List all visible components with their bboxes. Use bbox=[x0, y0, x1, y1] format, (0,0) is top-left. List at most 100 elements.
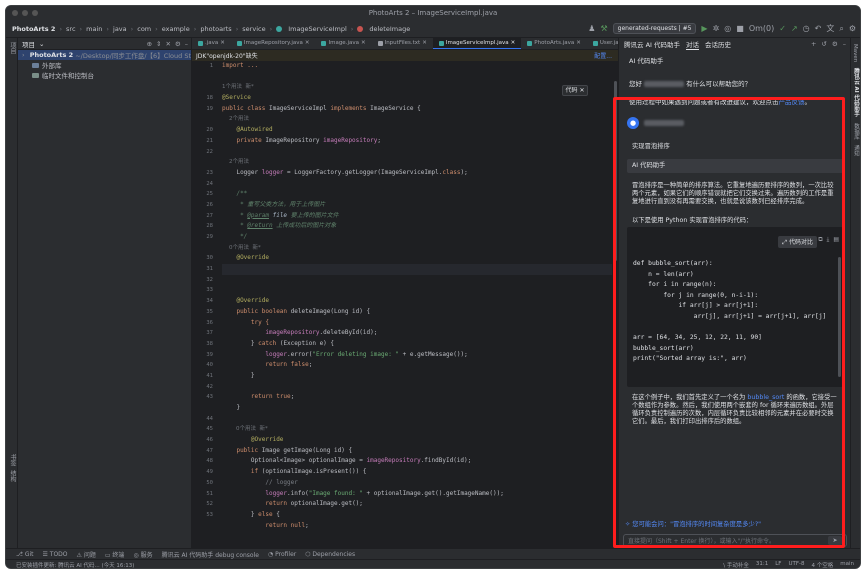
status-completion[interactable]: \ 手动补全 bbox=[723, 561, 749, 568]
code-line: if (optionalImage.isPresent()) { bbox=[250, 468, 367, 476]
tree-item-external-libs[interactable]: 外部库 bbox=[18, 60, 191, 70]
commit-check-icon[interactable]: ✓ bbox=[779, 24, 786, 34]
tab-input-files[interactable]: InputFiles.txt ✕ bbox=[372, 38, 433, 49]
status-message[interactable]: 已安装插件更新: 腾讯云 AI 代码... (今天 16:13) bbox=[16, 561, 134, 568]
tool-profiler[interactable]: ◔ Profiler bbox=[268, 551, 296, 558]
code-content[interactable]: import ... 1个用法 新* @Service public class… bbox=[222, 61, 612, 548]
collapse-icon[interactable]: ⇕ bbox=[156, 40, 161, 48]
tool-ai-console[interactable]: 腾讯云 AI 代码助手 debug console bbox=[162, 550, 259, 559]
jdk-missing-banner: JDK"openjdk-20"缺失 配置... bbox=[192, 50, 618, 61]
coverage-icon[interactable]: ◎ bbox=[724, 24, 731, 34]
code-line: /** bbox=[236, 190, 248, 198]
close-icon[interactable]: ✕ bbox=[165, 40, 170, 48]
stripe-maven[interactable]: Maven bbox=[852, 44, 858, 62]
settings-gear-icon[interactable]: ⚙ bbox=[849, 24, 856, 34]
tree-root[interactable]: › PhotoArts 2 ~/Desktop/同步工作盘/【6】Cloud S… bbox=[18, 50, 191, 60]
tool-terminal[interactable]: ▭ 终端 bbox=[105, 550, 125, 559]
tab-photoarts[interactable]: PhotoArts.java ✕ bbox=[521, 38, 587, 49]
status-indent[interactable]: 4 个空格 bbox=[812, 561, 834, 568]
breadcrumb-com[interactable]: com bbox=[137, 25, 151, 33]
minimize-icon[interactable]: – bbox=[185, 40, 188, 48]
status-encoding[interactable]: UTF-8 bbox=[788, 561, 804, 568]
status-line-sep[interactable]: LF bbox=[775, 561, 781, 568]
tool-git[interactable]: ⎇ Git bbox=[16, 551, 34, 558]
code-line: } catch (Exception e) { bbox=[250, 339, 335, 347]
tab-image-repository[interactable]: ImageRepository.java ✕ bbox=[231, 38, 316, 49]
stripe-notifications[interactable]: 通知 bbox=[852, 145, 860, 156]
gear-icon[interactable]: ⚙ bbox=[175, 40, 181, 48]
run-icon[interactable]: ▶ bbox=[701, 24, 707, 34]
tree-root-name: PhotoArts 2 bbox=[29, 51, 74, 59]
zoom-window-button[interactable] bbox=[32, 10, 38, 16]
usage-hint[interactable]: 2个用法 bbox=[222, 157, 612, 168]
tab-user[interactable]: User.java ✕ bbox=[587, 38, 618, 49]
status-branch[interactable]: main bbox=[840, 561, 854, 568]
tool-dependencies[interactable]: ⬡ Dependencies bbox=[305, 551, 355, 558]
ai-code-popup[interactable]: 代码 ✕ bbox=[562, 85, 588, 96]
stripe-ai-assistant[interactable]: 腾讯云 AI 代码助手 bbox=[852, 68, 860, 117]
minimize-icon[interactable]: – bbox=[843, 40, 846, 48]
chevron-down-icon[interactable]: ⌄ bbox=[39, 40, 44, 48]
breadcrumb-class[interactable]: ImageServiceImpl bbox=[288, 25, 347, 33]
target-icon[interactable]: ⊕ bbox=[147, 40, 152, 48]
history-icon[interactable]: ↺ bbox=[821, 40, 826, 48]
code-line: @Service bbox=[222, 94, 251, 102]
breadcrumb-service[interactable]: service bbox=[242, 25, 265, 33]
usage-hint[interactable]: 1个用法 新* bbox=[222, 82, 612, 93]
breadcrumb-method[interactable]: deleteImage bbox=[369, 25, 410, 33]
tool-problems[interactable]: ⚠ 问题 bbox=[77, 550, 96, 559]
breadcrumb-photoarts[interactable]: photoarts bbox=[200, 25, 231, 33]
rollback-icon[interactable]: ↶ bbox=[815, 24, 822, 34]
code-line: import ... bbox=[222, 62, 259, 69]
scratches-icon bbox=[32, 72, 39, 78]
tool-services[interactable]: ◎ 服务 bbox=[133, 550, 152, 559]
settings-icon[interactable]: ⚙ bbox=[832, 40, 838, 48]
usage-hint[interactable]: 0个用法 新* bbox=[222, 243, 612, 254]
stripe-bookmarks[interactable]: 书签 bbox=[8, 454, 17, 466]
method-icon bbox=[357, 25, 364, 32]
tab-image-service-impl[interactable]: ImageServiceImpl.java ✕ bbox=[432, 38, 522, 49]
editor-tabs: .java ✕ ImageRepository.java ✕ Image.jav… bbox=[192, 38, 618, 50]
search-icon[interactable]: ⌕ bbox=[839, 24, 843, 34]
minimize-window-button[interactable] bbox=[22, 10, 28, 16]
history-icon[interactable]: ◷ bbox=[803, 24, 810, 34]
tab-history[interactable]: 会话历史 bbox=[705, 39, 731, 49]
push-icon[interactable]: ↗ bbox=[791, 24, 798, 34]
breadcrumb-src[interactable]: src bbox=[66, 25, 76, 33]
code-line: return optionalImage.get(); bbox=[265, 500, 363, 508]
usage-hint[interactable]: 2个用法 bbox=[222, 114, 612, 125]
expand-arrow-icon[interactable]: › bbox=[22, 51, 27, 59]
usage-hint[interactable]: 0个用法 新* bbox=[222, 424, 612, 435]
tab-image[interactable]: Image.java ✕ bbox=[315, 38, 371, 49]
stop-icon[interactable]: ■ bbox=[736, 24, 744, 34]
project-title[interactable]: 项目 bbox=[22, 39, 35, 49]
breadcrumb-main[interactable]: main bbox=[86, 25, 102, 33]
tab-chat[interactable]: 对话 bbox=[686, 39, 699, 50]
tab-java[interactable]: .java ✕ bbox=[192, 38, 231, 49]
tool-todo[interactable]: ☰ TODO bbox=[43, 551, 68, 558]
add-icon[interactable]: + bbox=[811, 40, 816, 48]
ai-header-name: AI 代码助手 bbox=[629, 57, 664, 65]
stripe-project[interactable]: 项目 bbox=[8, 42, 17, 54]
om-label[interactable]: Om(0) bbox=[749, 24, 774, 34]
translate-icon[interactable]: 文 bbox=[826, 24, 834, 34]
close-window-button[interactable] bbox=[12, 10, 18, 16]
configure-link[interactable]: 配置... bbox=[594, 51, 618, 60]
stripe-structure[interactable]: 结构 bbox=[8, 470, 17, 482]
breadcrumb-example[interactable]: example bbox=[162, 25, 190, 33]
status-bar: 已安装插件更新: 腾讯云 AI 代码... (今天 16:13) \ 手动补全 … bbox=[6, 559, 860, 568]
code-editor[interactable]: .java ✕ ImageRepository.java ✕ Image.jav… bbox=[192, 38, 618, 548]
project-header: 项目 ⌄ ⊕ ⇕ ✕ ⚙ – bbox=[18, 38, 191, 50]
ai-panel-header: 腾讯云 AI 代码助手 对话 会话历史 + ↺ ⚙ – bbox=[619, 38, 850, 50]
stripe-database[interactable]: 数据库 bbox=[852, 123, 860, 140]
run-config-select[interactable]: generated-requests | #5 bbox=[612, 23, 697, 34]
title-bar: PhotoArts 2 – ImageServiceImpl.java bbox=[6, 6, 860, 20]
user-icon[interactable]: ♟ bbox=[588, 24, 595, 34]
code-line: } else { bbox=[250, 510, 280, 518]
breadcrumb-java[interactable]: java bbox=[113, 25, 127, 33]
tree-item-scratches[interactable]: 临时文件和控制台 bbox=[18, 70, 191, 80]
debug-icon[interactable]: ✲ bbox=[713, 24, 720, 34]
breadcrumb-project[interactable]: PhotoArts 2 bbox=[12, 25, 55, 33]
hammer-icon[interactable]: ⚒ bbox=[600, 24, 607, 34]
status-position[interactable]: 31:1 bbox=[756, 561, 768, 568]
